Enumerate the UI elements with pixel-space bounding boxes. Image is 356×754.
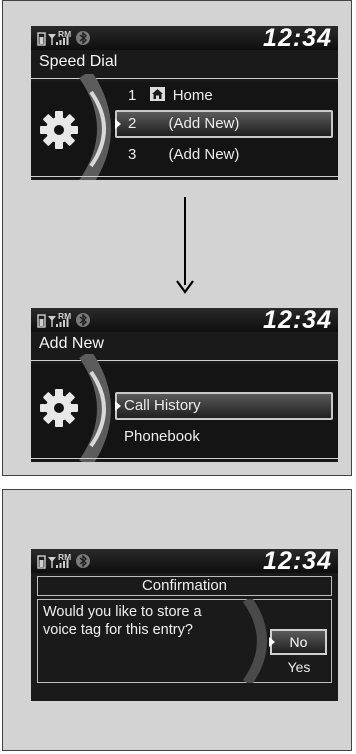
down-arrow-icon — [184, 197, 186, 285]
yes-button[interactable]: Yes — [271, 659, 327, 675]
item-number: 1 — [128, 87, 137, 104]
add-new-item-phonebook[interactable]: Phonebook — [124, 428, 200, 445]
status-icons: RM — [37, 553, 90, 569]
list-arc — [79, 354, 111, 462]
no-button[interactable]: No — [270, 629, 327, 655]
title-divider — [31, 78, 338, 79]
status-bar: RM 12:34 — [31, 26, 338, 52]
lower-panel: RM 12:34 Confirmation Would you like to … — [2, 489, 352, 751]
gear-icon — [40, 111, 78, 149]
title-divider — [31, 360, 338, 361]
status-bar: RM 12:34 — [31, 308, 338, 334]
dialog-title: Confirmation — [37, 576, 332, 596]
item-label: (Add New) — [168, 146, 240, 163]
speed-dial-screen: RM 12:34 Speed Dial 1 Home 2 (Add New) 3… — [31, 26, 338, 180]
dialog-message: Would you like to store a voice tag for … — [43, 603, 202, 639]
bluetooth-icon — [76, 31, 90, 45]
down-arrow-head — [176, 280, 194, 294]
clock: 12:34 — [263, 549, 332, 575]
list-arc — [79, 74, 111, 180]
add-new-item-call-history[interactable]: Call History — [124, 397, 201, 414]
speed-dial-item-1[interactable]: 1 Home — [128, 86, 213, 104]
bottom-divider — [31, 458, 338, 459]
bluetooth-icon — [76, 313, 90, 327]
roaming-indicator-icon: RM — [58, 30, 71, 39]
item-number: 2 — [128, 115, 137, 132]
screen-title: Add New — [39, 335, 104, 352]
message-line-1: Would you like to store a — [43, 604, 202, 620]
gear-icon — [40, 389, 78, 427]
add-new-screen: RM 12:34 Add New Call History Phonebook — [31, 308, 338, 462]
status-icons: RM — [37, 312, 90, 328]
message-line-2: voice tag for this entry? — [43, 622, 193, 638]
screen-title: Speed Dial — [39, 53, 118, 70]
selection-caret-icon — [115, 119, 121, 129]
confirmation-screen: RM 12:34 Confirmation Would you like to … — [31, 549, 338, 701]
clock: 12:34 — [263, 26, 332, 52]
bluetooth-icon — [76, 554, 90, 568]
clock: 12:34 — [263, 308, 332, 334]
speed-dial-item-2[interactable]: 2 (Add New) — [128, 115, 239, 132]
roaming-indicator-icon: RM — [58, 312, 71, 321]
item-label: Home — [172, 87, 213, 104]
roaming-indicator-icon: RM — [58, 553, 71, 562]
status-icons: RM — [37, 30, 90, 46]
item-number: 3 — [128, 146, 137, 163]
selection-caret-icon — [269, 637, 275, 647]
selection-caret-icon — [115, 401, 121, 411]
bottom-divider — [31, 176, 338, 177]
upper-panel: RM 12:34 Speed Dial 1 Home 2 (Add New) 3… — [2, 0, 352, 476]
speed-dial-item-3[interactable]: 3 (Add New) — [128, 146, 239, 163]
home-icon — [149, 87, 165, 101]
status-bar: RM 12:34 — [31, 549, 338, 575]
item-label: (Add New) — [168, 115, 240, 132]
